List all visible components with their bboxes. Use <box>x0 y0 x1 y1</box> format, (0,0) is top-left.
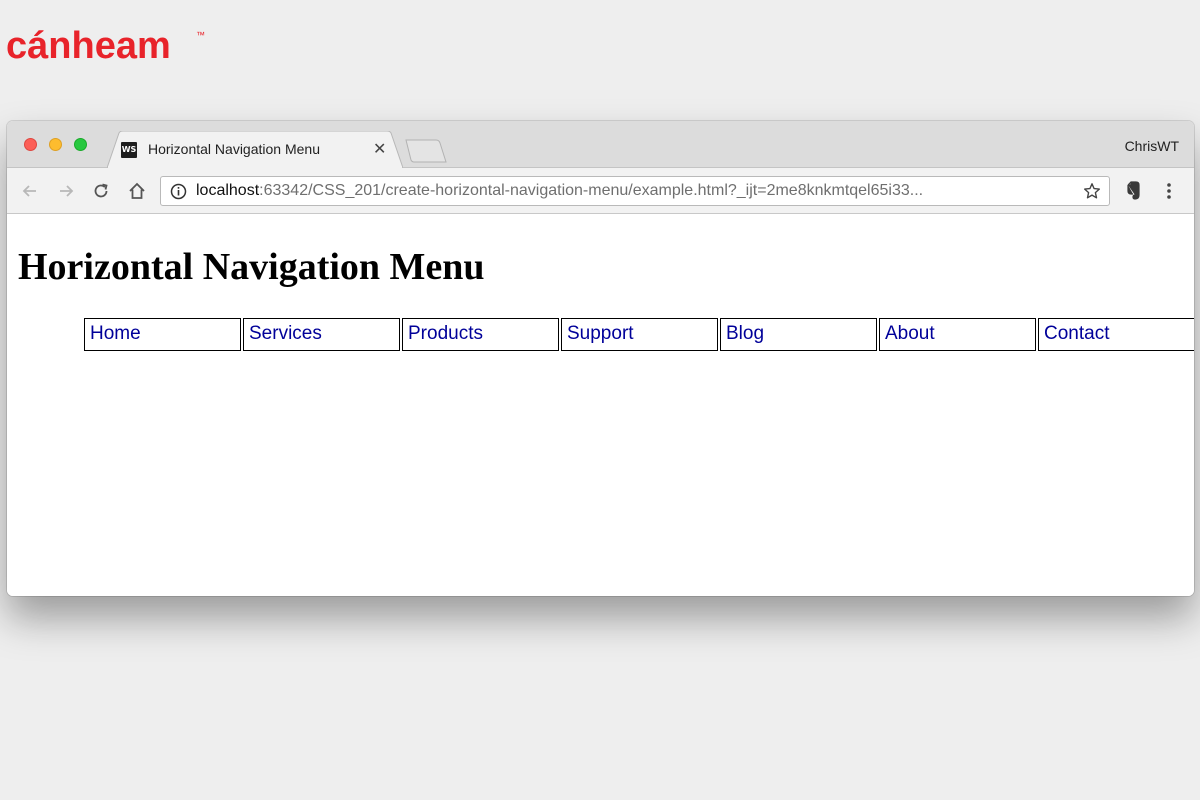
profile-name[interactable]: ChrisWT <box>1125 138 1179 154</box>
nav-link-about[interactable]: About <box>880 319 1035 345</box>
address-bar[interactable]: localhost:63342/CSS_201/create-horizonta… <box>160 176 1110 206</box>
arrow-right-icon[interactable] <box>55 180 77 202</box>
nav-item-blog: Blog <box>720 318 877 351</box>
nav-link-support[interactable]: Support <box>562 319 717 345</box>
browser-tab[interactable]: WS Horizontal Navigation Menu ✕ <box>107 131 403 168</box>
browser-window: WS Horizontal Navigation Menu ✕ ChrisWT … <box>7 121 1194 596</box>
kebab-menu-icon[interactable] <box>1158 180 1180 202</box>
reload-icon[interactable] <box>90 180 112 202</box>
brand-logo-mark: cánheam ™ <box>6 25 205 67</box>
evernote-icon[interactable] <box>1122 180 1144 202</box>
info-icon[interactable] <box>170 183 187 205</box>
page-heading: Horizontal Navigation Menu <box>18 246 485 288</box>
page-content: Horizontal Navigation Menu Home Services P… <box>7 215 1194 596</box>
url-text[interactable]: localhost:63342/CSS_201/create-horizonta… <box>196 182 923 200</box>
home-icon[interactable] <box>126 180 148 202</box>
close-icon[interactable]: ✕ <box>373 139 386 159</box>
nav-item-services: Services <box>243 318 400 351</box>
window-minimize-button[interactable] <box>49 138 62 151</box>
star-icon[interactable] <box>1083 182 1101 205</box>
arrow-left-icon[interactable] <box>19 180 41 202</box>
nav-item-home: Home <box>84 318 241 351</box>
nav-link-products[interactable]: Products <box>403 319 558 345</box>
nav-item-contact: Contact <box>1038 318 1194 351</box>
nav-item-about: About <box>879 318 1036 351</box>
horizontal-nav-menu: Home Services Products Support Blog About Cont… <box>84 318 1194 351</box>
url-host: localhost <box>196 182 260 199</box>
window-maximize-button[interactable] <box>74 138 87 151</box>
nav-link-home[interactable]: Home <box>85 319 240 345</box>
nav-link-services[interactable]: Services <box>244 319 399 345</box>
window-close-button[interactable] <box>24 138 37 151</box>
webstorm-favicon-icon: WS <box>121 142 137 158</box>
brand-logo-text: cánheam <box>6 25 171 67</box>
nav-item-products: Products <box>402 318 559 351</box>
brand-logo: cánheam ™ <box>6 20 206 80</box>
browser-toolbar: localhost:63342/CSS_201/create-horizonta… <box>7 168 1194 214</box>
tab-bar: WS Horizontal Navigation Menu ✕ ChrisWT <box>7 121 1194 168</box>
nav-item-support: Support <box>561 318 718 351</box>
nav-link-blog[interactable]: Blog <box>721 319 876 345</box>
tab-title: Horizontal Navigation Menu <box>148 141 320 157</box>
nav-link-contact[interactable]: Contact <box>1039 319 1194 345</box>
brand-trademark: ™ <box>196 30 205 40</box>
url-path: :63342/CSS_201/create-horizontal-navigat… <box>259 182 924 199</box>
new-tab-button[interactable] <box>404 139 448 163</box>
